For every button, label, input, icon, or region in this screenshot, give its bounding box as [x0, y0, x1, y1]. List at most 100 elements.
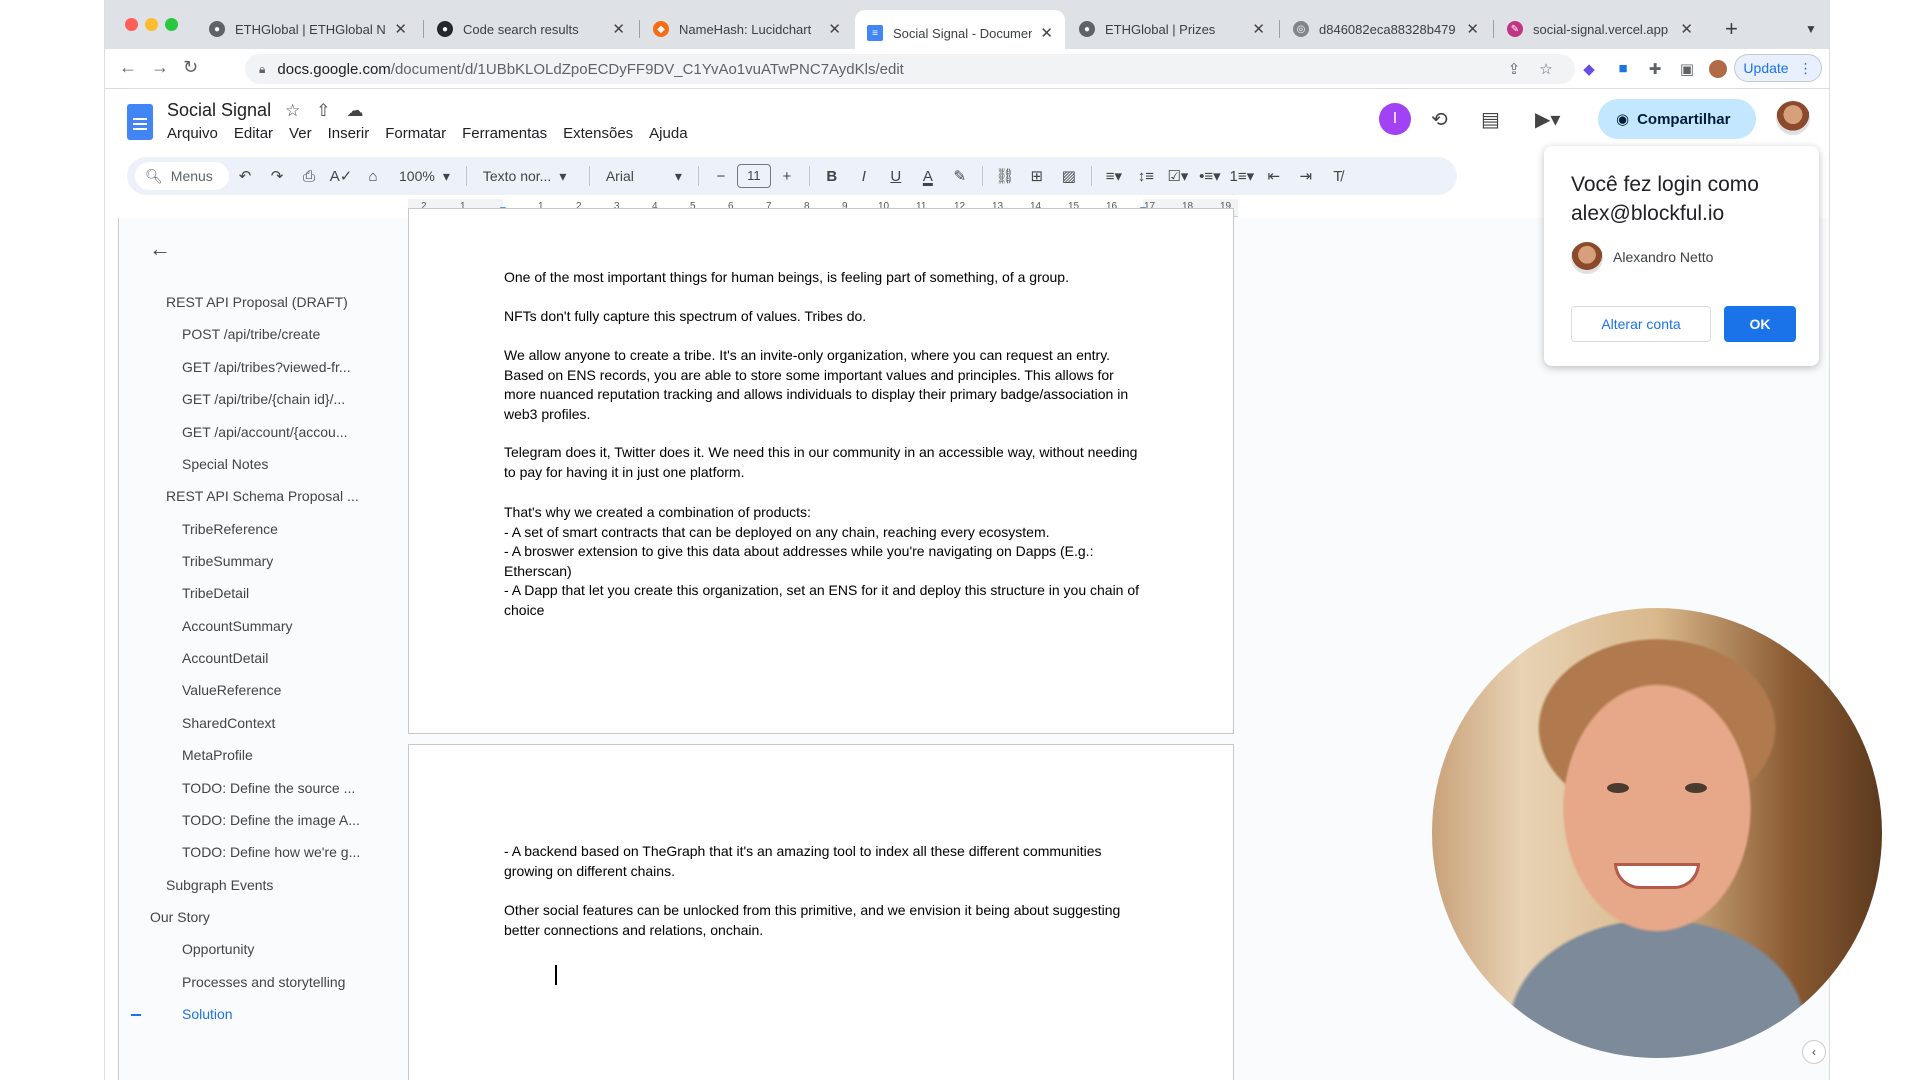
underline-icon[interactable]: U: [880, 168, 912, 185]
outline-item[interactable]: GET /api/account/{accou...: [182, 424, 348, 440]
decrease-indent-icon[interactable]: ⇤: [1258, 167, 1290, 185]
outline-item[interactable]: SharedContext: [182, 715, 275, 731]
collapse-side-panel-icon[interactable]: ‹: [1802, 1040, 1826, 1064]
spellcheck-icon[interactable]: A✓: [325, 167, 357, 185]
outline-item[interactable]: TribeDetail: [182, 585, 249, 601]
ok-button[interactable]: OK: [1724, 306, 1796, 342]
bookmark-star-icon[interactable]: ☆: [1537, 60, 1555, 78]
print-icon[interactable]: ⎙: [293, 168, 325, 185]
close-tab-icon[interactable]: ✕: [1680, 20, 1693, 38]
outline-item[interactable]: Processes and storytelling: [182, 974, 345, 990]
close-tab-icon[interactable]: ✕: [828, 20, 841, 38]
decrease-font-icon[interactable]: −: [705, 168, 737, 185]
forward-icon[interactable]: →: [151, 57, 169, 78]
tab-search-icon[interactable]: ▼: [1793, 10, 1823, 48]
extension-icon[interactable]: ◆: [1580, 60, 1598, 78]
close-outline-icon[interactable]: ←: [149, 236, 171, 262]
bold-icon[interactable]: B: [816, 168, 848, 185]
close-tab-icon[interactable]: ✕: [1040, 24, 1053, 42]
font-size-input[interactable]: 11: [736, 164, 771, 188]
outline-item[interactable]: GET /api/tribes?viewed-fr...: [182, 359, 351, 375]
outline-item[interactable]: REST API Schema Proposal ...: [166, 488, 359, 504]
close-tab-icon[interactable]: ✕: [1466, 20, 1479, 38]
document-page[interactable]: - A backend based on TheGraph that it's …: [408, 744, 1234, 1080]
star-icon[interactable]: ☆: [285, 101, 300, 121]
browser-tab[interactable]: ◎ d846082eca88328b479 ✕: [1281, 10, 1491, 48]
clear-formatting-icon[interactable]: T̸: [1322, 168, 1354, 185]
vertical-ruler[interactable]: [105, 218, 119, 1080]
outline-item[interactable]: GET /api/tribe/{chain id}/...: [182, 391, 345, 407]
browser-tab[interactable]: ✎ social-signal.vercel.app ✕: [1495, 10, 1705, 48]
font-select[interactable]: Arial ▾: [596, 168, 692, 185]
address-bar[interactable]: 🔒︎ docs.google.com /document/d/1UBbKLOLd…: [245, 54, 1575, 84]
redo-icon[interactable]: ↷: [261, 167, 293, 185]
outline-item[interactable]: POST /api/tribe/create: [182, 326, 320, 342]
outline-item-active[interactable]: Solution: [182, 1006, 233, 1022]
outline-item[interactable]: Our Story: [150, 909, 210, 925]
outline-item[interactable]: AccountDetail: [182, 650, 268, 666]
checklist-icon[interactable]: ☑▾: [1162, 167, 1194, 185]
document-page[interactable]: One of the most important things for hum…: [408, 208, 1234, 734]
outline-item[interactable]: TODO: Define the source ...: [182, 780, 355, 796]
menu-editar[interactable]: Editar: [234, 125, 273, 142]
insert-image-icon[interactable]: ▨: [1053, 167, 1085, 185]
text-color-icon[interactable]: A: [912, 168, 944, 185]
extension-icon[interactable]: ■: [1614, 60, 1632, 78]
profile-avatar[interactable]: [1709, 60, 1727, 78]
browser-tab[interactable]: ● ETHGlobal | Prizes ✕: [1067, 10, 1277, 48]
italic-icon[interactable]: I: [848, 168, 880, 185]
document-title[interactable]: Social Signal: [167, 100, 271, 121]
undo-icon[interactable]: ↶: [229, 167, 261, 185]
menu-formatar[interactable]: Formatar: [385, 125, 446, 142]
close-tab-icon[interactable]: ✕: [1252, 20, 1265, 38]
sidebar-icon[interactable]: ▣: [1678, 60, 1696, 78]
increase-font-icon[interactable]: +: [771, 168, 803, 185]
close-window-button[interactable]: [125, 18, 138, 31]
paint-format-icon[interactable]: ⌂: [357, 168, 389, 185]
increase-indent-icon[interactable]: ⇥: [1290, 167, 1322, 185]
version-history-icon[interactable]: ⟲: [1431, 107, 1448, 132]
menu-ferramentas[interactable]: Ferramentas: [462, 125, 547, 142]
update-button[interactable]: Update ⋮: [1734, 54, 1822, 82]
zoom-select[interactable]: 100% ▾: [389, 168, 460, 185]
collaborator-avatar[interactable]: I: [1379, 103, 1411, 135]
meet-icon[interactable]: ▶▾: [1535, 107, 1560, 132]
outline-item[interactable]: Special Notes: [182, 456, 268, 472]
menu-extensoes[interactable]: Extensões: [563, 125, 633, 142]
switch-account-button[interactable]: Alterar conta: [1571, 306, 1711, 342]
outline-item[interactable]: AccountSummary: [182, 618, 292, 634]
numbered-list-icon[interactable]: 1≡▾: [1226, 167, 1258, 185]
account-avatar[interactable]: [1776, 101, 1810, 135]
outline-item[interactable]: TODO: Define how we're g...: [182, 844, 360, 860]
link-icon[interactable]: ⛓: [989, 167, 1021, 185]
highlight-icon[interactable]: ✎: [944, 167, 976, 185]
cloud-status-icon[interactable]: ☁: [347, 101, 364, 121]
menu-ver[interactable]: Ver: [289, 125, 312, 142]
browser-tab[interactable]: ● ETHGlobal | ETHGlobal N ✕: [197, 10, 419, 48]
menu-ajuda[interactable]: Ajuda: [649, 125, 687, 142]
line-spacing-icon[interactable]: ↕≡: [1130, 168, 1162, 185]
menu-inserir[interactable]: Inserir: [328, 125, 370, 142]
move-folder-icon[interactable]: ⇧: [316, 101, 330, 121]
docs-logo-icon[interactable]: [127, 104, 153, 140]
outline-item[interactable]: TribeReference: [182, 521, 278, 537]
outline-item[interactable]: Opportunity: [182, 941, 254, 957]
outline-item[interactable]: REST API Proposal (DRAFT): [166, 294, 348, 310]
align-icon[interactable]: ≡▾: [1098, 167, 1130, 185]
browser-tab[interactable]: ● Code search results ✕: [425, 10, 637, 48]
outline-item[interactable]: TODO: Define the image A...: [182, 812, 360, 828]
minimize-window-button[interactable]: [145, 18, 158, 31]
reload-icon[interactable]: ↻: [183, 57, 198, 78]
browser-tab[interactable]: ◆ NameHash: Lucidchart ✕: [641, 10, 853, 48]
bulleted-list-icon[interactable]: •≡▾: [1194, 167, 1226, 185]
outline-item[interactable]: ValueReference: [182, 682, 281, 698]
close-tab-icon[interactable]: ✕: [394, 20, 407, 38]
close-tab-icon[interactable]: ✕: [612, 20, 625, 38]
new-tab-button[interactable]: +: [1713, 10, 1753, 48]
share-page-icon[interactable]: ⇪: [1505, 60, 1523, 78]
outline-item[interactable]: Subgraph Events: [166, 877, 273, 893]
back-icon[interactable]: ←: [119, 57, 137, 78]
menu-arquivo[interactable]: Arquivo: [167, 125, 218, 142]
share-button[interactable]: ◉ Compartilhar: [1598, 99, 1756, 139]
comments-icon[interactable]: ▤: [1481, 107, 1500, 132]
